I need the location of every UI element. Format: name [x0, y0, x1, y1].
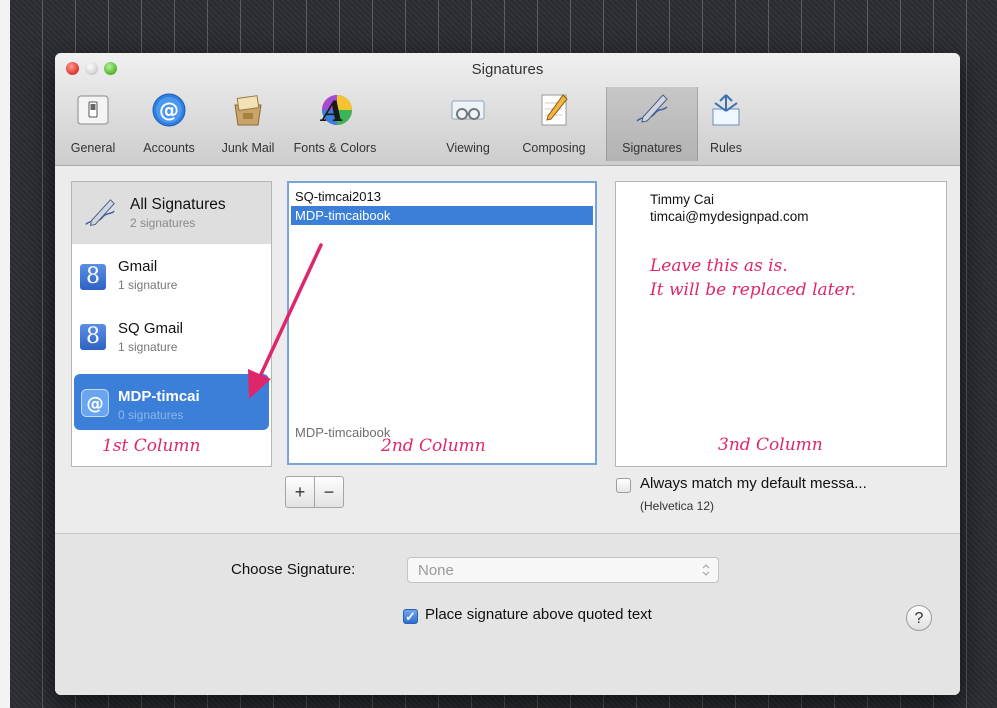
toolbar-accounts[interactable]: @ Accounts [131, 87, 207, 161]
toolbar-label: General [70, 141, 116, 155]
font-hint: (Helvetica 12) [640, 499, 715, 513]
toolbar-junk-mail[interactable]: Junk Mail [213, 87, 283, 161]
help-button[interactable]: ? [906, 605, 932, 631]
annotation-arrow [248, 243, 323, 399]
account-signature-count: 1 signature [118, 340, 178, 354]
toolbar-rules[interactable]: Rules [700, 87, 752, 161]
toolbar-composing[interactable]: Composing [509, 87, 599, 161]
place-above-label: Place signature above quoted text [425, 606, 652, 623]
signature-preview[interactable]: Timmy Cai timcai@mydesignpad.com Leave t… [615, 181, 947, 467]
window-title: Signatures [471, 61, 544, 78]
viewing-glasses-icon [451, 100, 485, 120]
toolbar-viewing[interactable]: Viewing [433, 87, 503, 161]
at-sign-icon: @ [81, 389, 109, 417]
svg-text:A: A [319, 95, 344, 128]
toolbar-label: Viewing [446, 141, 490, 155]
annotation-3rd-column: 3nd Column [718, 435, 823, 455]
account-signature-count: 2 signatures [130, 216, 196, 230]
account-signature-count: 1 signature [118, 278, 178, 292]
toolbar-label: Rules [710, 141, 742, 155]
account-name: All Signatures [130, 196, 226, 213]
at-sign-icon: @ [152, 93, 186, 127]
annotation-note-line2: It will be replaced later. [650, 280, 857, 300]
add-remove-signature-control: + − [285, 476, 344, 508]
fonts-colors-icon: A [319, 95, 352, 128]
toolbar-signatures[interactable]: Signatures [606, 87, 698, 161]
signature-item-selected[interactable]: MDP-timcaibook [291, 206, 593, 225]
google-g-icon: 8 [80, 264, 106, 290]
toolbar-general[interactable]: General [61, 87, 125, 161]
toolbar-label: Composing [522, 141, 586, 155]
account-name: MDP-timcai [118, 388, 200, 405]
svg-text:@: @ [159, 98, 179, 122]
toolbar-label: Junk Mail [221, 141, 275, 155]
svg-text:@: @ [86, 394, 103, 414]
always-match-label: Always match my default messa... [640, 475, 867, 492]
junk-mail-icon [234, 95, 262, 126]
add-signature-button[interactable]: + [286, 477, 314, 507]
annotation-note-line1: Leave this as is. [650, 256, 788, 276]
choose-signature-select[interactable]: None [407, 557, 719, 583]
preview-email: timcai@mydesignpad.com [650, 209, 809, 224]
up-down-chevron-icon [702, 564, 710, 576]
account-signature-count: 0 signatures [118, 408, 184, 422]
annotation-2nd-column: 2nd Column [381, 436, 486, 456]
toolbar-label: Fonts & Colors [293, 141, 377, 155]
account-name: Gmail [118, 258, 158, 275]
pencil-paper-icon [541, 94, 568, 126]
preview-name: Timmy Cai [650, 192, 714, 207]
drag-ghost-label: MDP-timcaibook [295, 425, 391, 440]
toolbar-label: Signatures [622, 141, 682, 155]
general-switch-icon [77, 95, 109, 125]
rules-arrows-icon [712, 94, 740, 126]
signature-item[interactable]: SQ-timcai2013 [291, 187, 593, 206]
window-titlebar: Signatures General @ Accounts Junk Mail … [55, 53, 960, 166]
choose-signature-label: Choose Signature: [231, 561, 356, 578]
signature-pen-icon [85, 199, 115, 226]
remove-signature-button[interactable]: − [315, 477, 343, 507]
account-name: SQ Gmail [118, 320, 184, 337]
signatures-preferences-window: Signatures General @ Accounts Junk Mail … [55, 53, 960, 695]
signature-pen-icon [636, 94, 668, 123]
toolbar-label: Accounts [143, 141, 195, 155]
always-match-checkbox[interactable] [616, 478, 631, 493]
annotation-1st-column: 1st Column [102, 436, 201, 456]
google-g-icon: 8 [80, 324, 106, 350]
place-above-checkbox[interactable]: ✓ [403, 609, 418, 624]
toolbar-fonts-colors[interactable]: A Fonts & Colors [285, 87, 385, 161]
choose-signature-value: None [418, 562, 454, 579]
